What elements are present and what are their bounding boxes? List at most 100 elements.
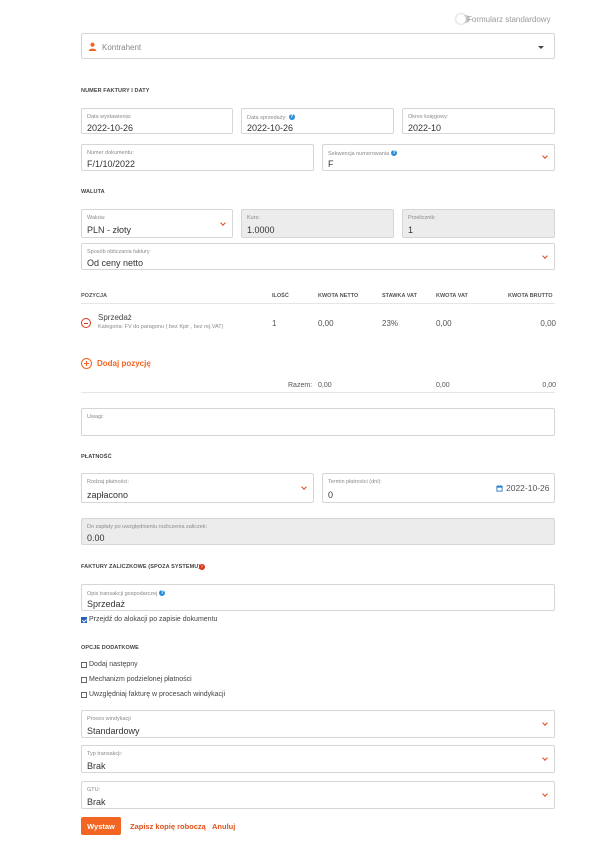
multiplier-label: Przelicznik: bbox=[408, 215, 436, 221]
section-title-options: OPCJE DODATKOWE bbox=[81, 645, 139, 651]
transaction-type-select[interactable]: Typ transakcji: Brak bbox=[81, 745, 555, 773]
user-icon bbox=[88, 42, 97, 51]
gtu-select[interactable]: GTU: Brak bbox=[81, 781, 555, 809]
document-number-field[interactable]: Numer dokumentu: F/1/10/2022 bbox=[81, 144, 314, 171]
sale-date-label: Data sprzedaży:? bbox=[247, 114, 295, 121]
transaction-description-value: Sprzedaż bbox=[87, 599, 126, 609]
help-icon[interactable]: ? bbox=[159, 590, 166, 596]
toggle-label: Formularz standardowy bbox=[467, 15, 551, 24]
column-header-gross: KWOTA BRUTTO bbox=[508, 293, 553, 299]
document-number-value: F/1/10/2022 bbox=[87, 159, 136, 169]
numbering-sequence-label: Sekwencja numerowania? bbox=[328, 150, 398, 157]
caret-down-icon bbox=[538, 46, 544, 49]
notes-label: Uwagi: bbox=[87, 414, 104, 420]
allocate-checkbox[interactable] bbox=[81, 617, 87, 623]
add-next-label: Dodaj następny bbox=[89, 661, 138, 668]
chevron-down-icon bbox=[542, 791, 548, 797]
allocate-label: Przejdź do alokacji po zapisie dokumentu bbox=[89, 616, 218, 623]
calculation-method-label: Sposób obliczania faktury bbox=[87, 249, 150, 255]
item-quantity: 1 bbox=[272, 319, 277, 328]
payment-due-date: 2022-10-26 bbox=[506, 483, 550, 493]
item-category: Kategoria: FV do paragonu ( bez Kpir , b… bbox=[98, 324, 224, 330]
issue-date-value: 2022-10-26 bbox=[87, 123, 134, 133]
sale-date-value: 2022-10-26 bbox=[247, 123, 294, 133]
total-vat-amount: 0,00 bbox=[436, 382, 450, 389]
total-divider bbox=[81, 392, 555, 393]
section-title-advance: FAKTURY ZALICZKOWE (SPOZA SYSTEMU) › bbox=[81, 564, 205, 570]
transaction-type-value: Brak bbox=[87, 761, 106, 771]
remove-item-icon[interactable] bbox=[81, 318, 91, 328]
accounting-period-value: 2022-10 bbox=[408, 123, 442, 133]
calculation-method-select[interactable]: Sposób obliczania faktury Od ceny netto bbox=[81, 243, 555, 270]
total-net: 0,00 bbox=[318, 382, 332, 389]
issue-date-field[interactable]: Data wystawienia: 2022-10-26 bbox=[81, 108, 233, 134]
help-icon[interactable]: ? bbox=[288, 114, 295, 120]
split-payment-label: Mechanizm podzielonej płatności bbox=[89, 676, 192, 683]
transaction-description-label: Opis transakcji gospodarczej? bbox=[87, 590, 166, 597]
amount-due-field: Do zapłaty po uwzględnieniu rozliczenia … bbox=[81, 518, 555, 545]
advance-title-text: FAKTURY ZALICZKOWE (SPOZA SYSTEMU) bbox=[81, 564, 201, 570]
exchange-rate-label: Kurs: bbox=[247, 215, 260, 221]
table-row[interactable]: Sprzedaż Kategoria: FV do paragonu ( bez… bbox=[0, 305, 605, 335]
calendar-icon bbox=[496, 485, 503, 492]
column-header-vat-rate: STAWKA VAT bbox=[382, 293, 417, 299]
numbering-sequence-label-text: Sekwencja numerowania bbox=[328, 151, 390, 157]
multiplier-value: 1 bbox=[408, 225, 414, 235]
sale-date-label-text: Data sprzedaży: bbox=[247, 115, 287, 121]
currency-label: Waluta: bbox=[87, 215, 106, 221]
chevron-down-icon bbox=[542, 153, 548, 159]
payment-term-field[interactable]: Termin płatności (dni): 0 2022-10-26 bbox=[322, 473, 555, 503]
split-payment-checkbox[interactable] bbox=[81, 677, 87, 683]
debt-collection-checkbox[interactable] bbox=[81, 692, 87, 698]
accounting-period-field[interactable]: Okres księgowy: 2022-10 bbox=[402, 108, 555, 134]
payment-type-value: zapłacono bbox=[87, 490, 129, 500]
amount-due-value: 0.00 bbox=[87, 533, 105, 543]
column-header-net: KWOTA NETTO bbox=[318, 293, 359, 299]
chevron-down-icon bbox=[542, 720, 548, 726]
debt-collection-label: Uwzględniaj fakturę w procesach windykac… bbox=[89, 691, 226, 698]
issue-date-label: Data wystawienia: bbox=[87, 114, 132, 120]
add-item-label: Dodaj pozycję bbox=[97, 359, 151, 368]
sale-date-field[interactable]: Data sprzedaży:? 2022-10-26 bbox=[241, 108, 394, 134]
column-header-position: POZYCJA bbox=[81, 293, 107, 299]
transaction-type-label: Typ transakcji: bbox=[87, 751, 123, 757]
cancel-button[interactable]: Anuluj bbox=[212, 822, 235, 831]
table-header-divider bbox=[81, 303, 555, 304]
section-title-currency: WALUTA bbox=[81, 189, 105, 195]
payment-type-select[interactable]: Rodzaj płatności: zapłacono bbox=[81, 473, 314, 503]
toggle-knob bbox=[456, 14, 466, 24]
contractor-select[interactable]: Kontrahent bbox=[81, 33, 555, 59]
chevron-down-icon bbox=[542, 253, 548, 259]
minus-icon bbox=[84, 322, 88, 324]
collection-process-select[interactable]: Proces windykacji Standardowy bbox=[81, 710, 555, 738]
multiplier-field: Przelicznik: 1 bbox=[402, 209, 555, 238]
currency-value: PLN - złoty bbox=[87, 225, 132, 235]
payment-term-value: 0 bbox=[328, 490, 334, 500]
add-item-button[interactable]: Dodaj pozycję bbox=[81, 357, 161, 371]
plus-circle-icon bbox=[81, 358, 92, 369]
issue-button[interactable]: Wystaw bbox=[81, 817, 121, 835]
numbering-sequence-select[interactable]: Sekwencja numerowania? F bbox=[322, 144, 555, 171]
currency-select[interactable]: Waluta: PLN - złoty bbox=[81, 209, 233, 238]
chevron-down-icon bbox=[542, 755, 548, 761]
notes-textarea[interactable]: Uwagi: bbox=[81, 408, 555, 436]
column-header-vat-amount: KWOTA VAT bbox=[436, 293, 468, 299]
payment-type-label: Rodzaj płatności: bbox=[87, 479, 129, 485]
section-title-payment: PŁATNOŚĆ bbox=[81, 454, 112, 460]
numbering-sequence-value: F bbox=[328, 159, 334, 169]
total-label: Razem: bbox=[288, 382, 313, 389]
issue-button-label: Wystaw bbox=[87, 822, 115, 831]
gtu-label: GTU: bbox=[87, 787, 101, 793]
transaction-description-label-text: Opis transakcji gospodarczej bbox=[87, 591, 158, 597]
exchange-rate-field: Kurs: 1.0000 bbox=[241, 209, 394, 238]
amount-due-label: Do zapłaty po uwzględnieniu rozliczenia … bbox=[87, 524, 208, 530]
item-net: 0,00 bbox=[318, 319, 334, 328]
transaction-description-field[interactable]: Opis transakcji gospodarczej? Sprzedaż bbox=[81, 584, 555, 611]
item-vat-amount: 0,00 bbox=[436, 319, 452, 328]
help-icon[interactable]: ? bbox=[391, 150, 398, 156]
save-draft-button[interactable]: Zapisz kopię roboczą bbox=[130, 822, 206, 831]
arrow-right-circle-icon[interactable]: › bbox=[199, 564, 205, 570]
add-next-checkbox[interactable] bbox=[81, 662, 87, 668]
contractor-placeholder: Kontrahent bbox=[102, 43, 142, 52]
plus-v bbox=[86, 361, 87, 366]
